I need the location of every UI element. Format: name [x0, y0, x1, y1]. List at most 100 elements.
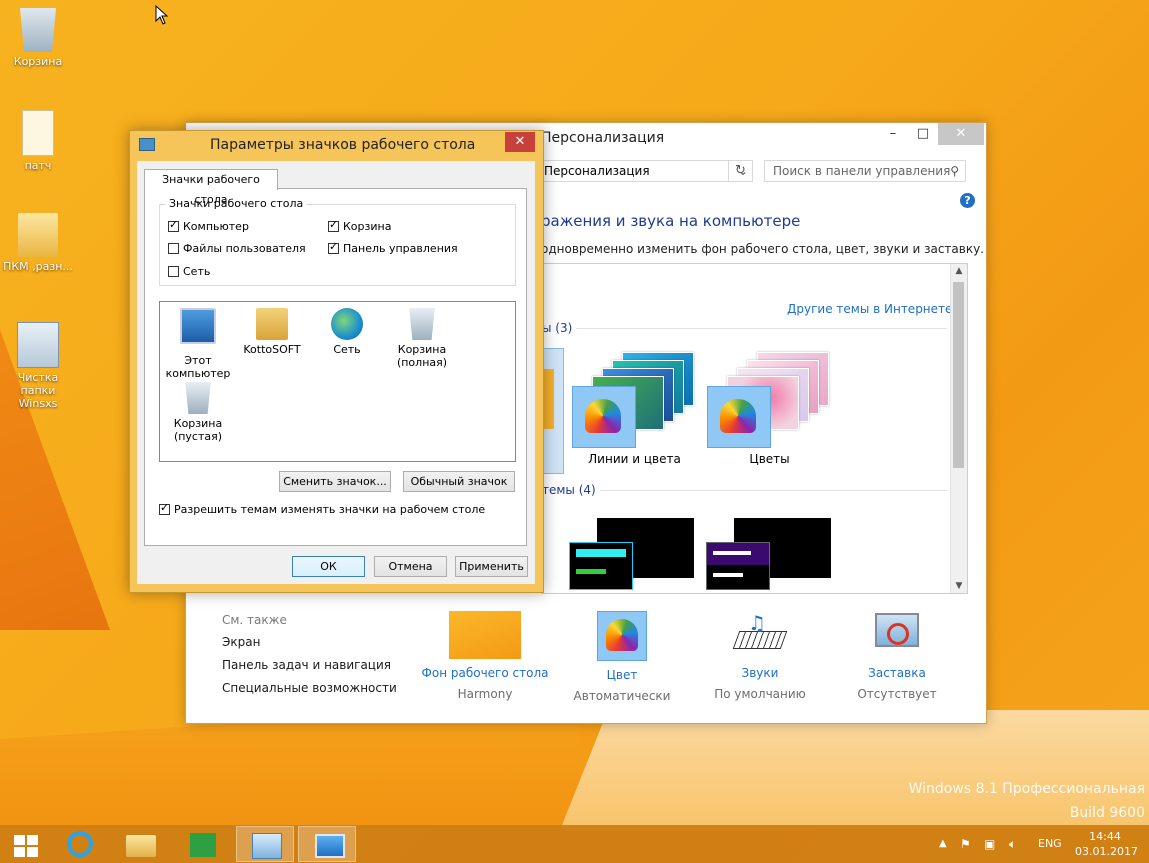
item-label: Цвет	[606, 668, 638, 682]
icon-recycle-bin-empty[interactable]: Корзина (пустая)	[158, 382, 238, 443]
taskbar-file-explorer[interactable]	[112, 826, 170, 862]
taskbar-store[interactable]	[174, 826, 232, 862]
item-sublabel: Отсутствует	[857, 687, 937, 701]
folder-icon	[18, 213, 58, 257]
checkbox-box[interactable]	[168, 243, 179, 254]
selected-theme[interactable]	[542, 348, 564, 474]
help-icon[interactable]: ?	[960, 193, 975, 208]
minimize-button[interactable]: –	[878, 123, 908, 145]
checkbox-box[interactable]	[328, 218, 339, 232]
icon-recycle-bin-full[interactable]: Корзина (полная)	[382, 308, 462, 369]
theme-group-label: ы (3)	[542, 321, 577, 342]
link-taskbar[interactable]: Панель задач и навигация	[222, 658, 391, 672]
recycle-bin-full-icon	[409, 308, 435, 340]
icon-network[interactable]: Сеть	[307, 308, 387, 356]
tab-panel: Значки рабочего стола Компьютер Корзина …	[144, 188, 527, 546]
theme-flowers[interactable]: Цветы	[707, 350, 832, 470]
tab-desktop-icons[interactable]: Значки рабочего стола	[144, 169, 278, 206]
store-icon	[190, 833, 216, 857]
link-display[interactable]: Экран	[222, 635, 260, 649]
desktop-icon-folder[interactable]: ПКМ ,разн...	[0, 213, 76, 273]
address-bar[interactable]: Персонализация ⌄	[541, 160, 753, 182]
taskbar-desktop-icon-settings[interactable]	[298, 826, 356, 862]
dialog-app-icon	[139, 138, 155, 151]
change-icon-button[interactable]: Сменить значок...	[279, 471, 391, 492]
item-label: Звуки	[741, 666, 779, 680]
item-sublabel: Автоматически	[573, 689, 671, 703]
windows-logo-icon	[14, 835, 38, 857]
address-text: Персонализация	[544, 164, 650, 178]
icon-this-pc[interactable]: Этот компьютер	[158, 308, 238, 380]
screensaver-item[interactable]: Заставка Отсутствует	[827, 611, 967, 701]
checkbox-user-files[interactable]: Файлы пользователя	[168, 242, 306, 255]
scroll-down-icon[interactable]: ▼	[951, 581, 967, 591]
desktop-icons-group: Значки рабочего стола Компьютер Корзина …	[159, 197, 516, 286]
high-contrast-preview	[706, 542, 770, 590]
checkbox-network[interactable]: Сеть	[168, 265, 210, 278]
recycle-bin-icon	[20, 8, 56, 52]
clock[interactable]: 14:44 03.01.2017	[1075, 829, 1138, 859]
color-item[interactable]: Цвет Автоматически	[552, 611, 692, 703]
checkbox-box[interactable]	[168, 218, 179, 232]
theme-name: Линии и цвета	[588, 452, 681, 466]
themes-list[interactable]: Другие темы в Интернете ы (3) Линии и цв…	[541, 263, 968, 594]
group-label: Значки рабочего стола	[166, 197, 307, 210]
dialog-body: Значки рабочего стола Значки рабочего ст…	[137, 161, 535, 584]
desktop-icon-winsxs-cleaner[interactable]: Чистка папки Winsxs	[0, 322, 76, 410]
wallpaper-thumbnail-icon	[449, 611, 521, 659]
icon-user-files[interactable]: KottoSOFT	[232, 308, 312, 356]
cancel-button[interactable]: Отмена	[374, 556, 447, 577]
checkbox-box[interactable]	[328, 240, 339, 254]
desktop-icon-label: Чистка папки Winsxs	[17, 371, 59, 410]
item-label: Фон рабочего стола	[421, 666, 549, 680]
language-indicator[interactable]: ENG	[1038, 825, 1062, 863]
theme-name: Цветы	[749, 452, 790, 466]
checkbox-allow-themes[interactable]: Разрешить темам изменять значки на рабоч…	[159, 501, 486, 516]
close-button[interactable]: ✕	[938, 123, 984, 145]
divider	[542, 328, 947, 329]
taskbar-control-panel[interactable]	[236, 826, 294, 862]
control-panel-icon	[252, 833, 282, 859]
desktop-icon-recycle-bin[interactable]: Корзина	[0, 8, 76, 68]
desktop-icon-label: Корзина	[13, 55, 63, 68]
checkbox-label: Разрешить темам изменять значки на рабоч…	[174, 503, 486, 516]
page-subheading: одновременно изменить фон рабочего стола…	[541, 242, 984, 256]
apply-button[interactable]: Применить	[455, 556, 528, 577]
file-explorer-icon	[126, 835, 156, 857]
checkbox-label: Файлы пользователя	[183, 242, 306, 255]
action-center-flag-icon[interactable]: ⚑	[960, 825, 971, 863]
vertical-scrollbar[interactable]: ▲ ▼	[950, 264, 967, 593]
scroll-up-icon[interactable]: ▲	[951, 266, 967, 276]
other-themes-link[interactable]: Другие темы в Интернете	[787, 302, 952, 316]
start-button[interactable]	[0, 826, 58, 862]
network-tray-icon[interactable]: ▣	[984, 825, 995, 863]
default-icon-button[interactable]: Обычный значок	[403, 471, 515, 492]
theme-lines-and-colors[interactable]: Линии и цвета	[572, 350, 697, 470]
sounds-item[interactable]: ♫ Звуки По умолчанию	[690, 611, 830, 701]
desktop-icon-patch[interactable]: патч	[0, 110, 76, 172]
link-accessibility[interactable]: Специальные возможности	[222, 681, 397, 695]
checkbox-box[interactable]	[159, 501, 170, 515]
volume-icon[interactable]: 🔈︎	[1009, 825, 1016, 863]
windows-watermark: Windows 8.1 Профессиональная	[908, 781, 1145, 797]
desktop-background-item[interactable]: Фон рабочего стола Harmony	[415, 611, 555, 701]
taskbar-internet-explorer[interactable]	[52, 826, 110, 862]
checkbox-recycle-bin[interactable]: Корзина	[328, 218, 391, 233]
close-button[interactable]: ✕	[505, 132, 535, 152]
icons-list[interactable]: Этот компьютер KottoSOFT Сеть Корзина (п…	[159, 301, 516, 462]
checkbox-control-panel[interactable]: Панель управления	[328, 240, 458, 255]
checkbox-box[interactable]	[168, 266, 179, 277]
scroll-thumb[interactable]	[953, 282, 964, 468]
refresh-button[interactable]: ↻	[728, 160, 753, 182]
show-hidden-icons[interactable]: ▲	[939, 825, 947, 863]
window-title: Персонализация	[541, 130, 665, 146]
network-icon	[331, 308, 363, 340]
monitor-icon	[315, 834, 345, 858]
maximize-button[interactable]: □	[908, 123, 938, 145]
search-input[interactable]: Поиск в панели управления ⚲	[764, 160, 966, 182]
icon-label: Сеть	[333, 343, 361, 356]
icon-label: Корзина (пустая)	[173, 417, 223, 443]
color-swatch	[707, 386, 771, 448]
checkbox-computer[interactable]: Компьютер	[168, 218, 249, 233]
ok-button[interactable]: ОК	[292, 556, 365, 577]
